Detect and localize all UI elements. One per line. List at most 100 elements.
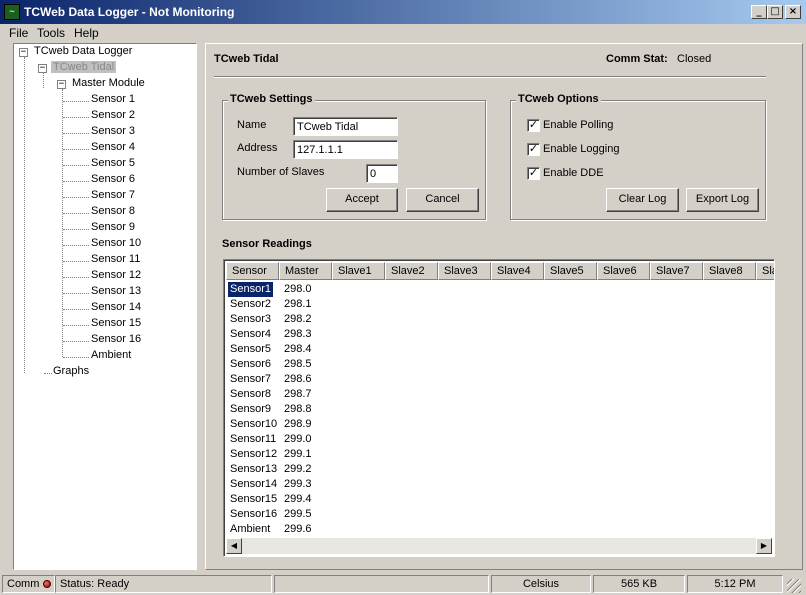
menu-help[interactable]: Help <box>74 26 99 40</box>
table-row[interactable]: Sensor14 299.3 <box>226 477 772 492</box>
master-value-cell[interactable]: 298.0 <box>284 282 312 297</box>
column-header[interactable]: Slave8 <box>703 262 756 280</box>
sensor-cell[interactable]: Sensor14 <box>228 477 279 492</box>
tree-item-module[interactable]: Master Module <box>72 77 145 89</box>
sensor-cell[interactable]: Ambient <box>228 522 272 537</box>
sensor-cell[interactable]: Sensor7 <box>228 372 273 387</box>
clear-log-button[interactable]: Clear Log <box>606 188 679 212</box>
tree-item-sensor[interactable]: Sensor 12 <box>91 269 141 281</box>
tree-item-sensor[interactable]: Sensor 14 <box>91 301 141 313</box>
tree-expander-module[interactable]: − <box>57 80 66 89</box>
table-row[interactable]: Sensor8 298.7 <box>226 387 772 402</box>
master-value-cell[interactable]: 298.2 <box>284 312 312 327</box>
table-row[interactable]: Sensor4 298.3 <box>226 327 772 342</box>
master-value-cell[interactable]: 299.1 <box>284 447 312 462</box>
sensor-cell[interactable]: Sensor15 <box>228 492 279 507</box>
name-input[interactable] <box>293 117 398 136</box>
tree-item-sensor[interactable]: Sensor 11 <box>91 253 140 265</box>
dde-checkbox[interactable]: ✓ <box>527 167 540 180</box>
table-row[interactable]: Sensor16 299.5 <box>226 507 772 522</box>
table-row[interactable]: Sensor9 298.8 <box>226 402 772 417</box>
master-value-cell[interactable]: 298.9 <box>284 417 312 432</box>
table-row[interactable]: Sensor5 298.4 <box>226 342 772 357</box>
column-header[interactable]: Slave5 <box>544 262 597 280</box>
tree-item-sensor[interactable]: Ambient <box>91 349 131 361</box>
column-header[interactable]: Slave7 <box>650 262 703 280</box>
table-row[interactable]: Sensor3 298.2 <box>226 312 772 327</box>
export-log-button[interactable]: Export Log <box>686 188 759 212</box>
accept-button[interactable]: Accept <box>326 188 398 212</box>
app-icon[interactable]: ~ <box>4 4 20 20</box>
tree-item-sensor[interactable]: Sensor 8 <box>91 205 135 217</box>
tree-item-sensor[interactable]: Sensor 16 <box>91 333 141 345</box>
tree-item-sensor[interactable]: Sensor 1 <box>91 93 135 105</box>
table-row[interactable]: Ambient 299.6 <box>226 522 772 537</box>
sensor-cell[interactable]: Sensor10 <box>228 417 279 432</box>
address-input[interactable] <box>293 140 398 159</box>
tree-item-sensor[interactable]: Sensor 7 <box>91 189 135 201</box>
column-header[interactable]: Slave4 <box>491 262 544 280</box>
column-header[interactable]: Slave2 <box>385 262 438 280</box>
sensor-cell[interactable]: Sensor9 <box>228 402 273 417</box>
tree-item-sensor[interactable]: Sensor 15 <box>91 317 141 329</box>
horizontal-scrollbar[interactable]: ◀ ▶ <box>226 538 772 554</box>
tree-item-graphs[interactable]: Graphs <box>53 365 89 377</box>
column-header[interactable]: Sla <box>756 262 774 280</box>
column-header[interactable]: Slave3 <box>438 262 491 280</box>
master-value-cell[interactable]: 298.4 <box>284 342 312 357</box>
master-value-cell[interactable]: 298.3 <box>284 327 312 342</box>
tree-expander-device[interactable]: − <box>38 64 47 73</box>
minimize-button[interactable]: _ <box>751 5 767 19</box>
sensor-cell[interactable]: Sensor5 <box>228 342 273 357</box>
table-row[interactable]: Sensor7 298.6 <box>226 372 772 387</box>
master-value-cell[interactable]: 299.0 <box>284 432 312 447</box>
tree-item-sensor[interactable]: Sensor 2 <box>91 109 135 121</box>
table-row[interactable]: Sensor13 299.2 <box>226 462 772 477</box>
tree-item-sensor[interactable]: Sensor 3 <box>91 125 135 137</box>
table-row[interactable]: Sensor12 299.1 <box>226 447 772 462</box>
scroll-left-icon[interactable]: ◀ <box>226 538 242 554</box>
table-row[interactable]: Sensor6 298.5 <box>226 357 772 372</box>
menu-file[interactable]: File <box>9 26 28 40</box>
sensor-cell[interactable]: Sensor11 <box>228 432 278 447</box>
table-row[interactable]: Sensor15 299.4 <box>226 492 772 507</box>
sensor-cell[interactable]: Sensor6 <box>228 357 273 372</box>
master-value-cell[interactable]: 298.7 <box>284 387 312 402</box>
table-row[interactable]: Sensor2 298.1 <box>226 297 772 312</box>
sensor-cell[interactable]: Sensor16 <box>228 507 279 522</box>
tree-item-device[interactable]: TCweb Tidal <box>51 61 117 73</box>
column-header[interactable]: Slave6 <box>597 262 650 280</box>
sensor-cell[interactable]: Sensor4 <box>228 327 273 342</box>
master-value-cell[interactable]: 298.8 <box>284 402 312 417</box>
tree-item-root[interactable]: TCweb Data Logger <box>34 45 132 57</box>
device-tree[interactable]: − TCweb Data Logger − TCweb Tidal − Mast… <box>13 43 197 570</box>
column-header[interactable]: Sensor <box>226 262 279 280</box>
tree-item-sensor[interactable]: Sensor 6 <box>91 173 135 185</box>
menu-tools[interactable]: Tools <box>37 26 65 40</box>
master-value-cell[interactable]: 299.2 <box>284 462 312 477</box>
scroll-right-icon[interactable]: ▶ <box>756 538 772 554</box>
column-header[interactable]: Master <box>279 262 332 280</box>
sensor-readings-grid[interactable]: Sensor Master Slave1 Slave2 Slave3 Slave4 Slav… <box>223 259 775 557</box>
slaves-input[interactable] <box>366 164 398 183</box>
resize-grip-icon[interactable] <box>787 579 801 593</box>
dde-label[interactable]: Enable DDE <box>543 167 604 179</box>
master-value-cell[interactable]: 298.6 <box>284 372 312 387</box>
tree-item-sensor[interactable]: Sensor 13 <box>91 285 141 297</box>
cancel-button[interactable]: Cancel <box>406 188 479 212</box>
tree-expander-root[interactable]: − <box>19 48 28 57</box>
tree-item-sensor[interactable]: Sensor 4 <box>91 141 135 153</box>
table-row[interactable]: Sensor10 298.9 <box>226 417 772 432</box>
close-button[interactable]: × <box>785 5 801 19</box>
polling-label[interactable]: Enable Polling <box>543 119 613 131</box>
tree-item-sensor[interactable]: Sensor 10 <box>91 237 141 249</box>
column-header[interactable]: Slave1 <box>332 262 385 280</box>
sensor-cell[interactable]: Sensor13 <box>228 462 279 477</box>
master-value-cell[interactable]: 298.1 <box>284 297 312 312</box>
sensor-cell[interactable]: Sensor8 <box>228 387 273 402</box>
table-row[interactable]: Sensor11 299.0 <box>226 432 772 447</box>
maximize-button[interactable]: □ <box>767 5 783 19</box>
tree-item-sensor[interactable]: Sensor 9 <box>91 221 135 233</box>
logging-checkbox[interactable]: ✓ <box>527 143 540 156</box>
table-row[interactable]: Sensor1 298.0 <box>226 281 772 298</box>
